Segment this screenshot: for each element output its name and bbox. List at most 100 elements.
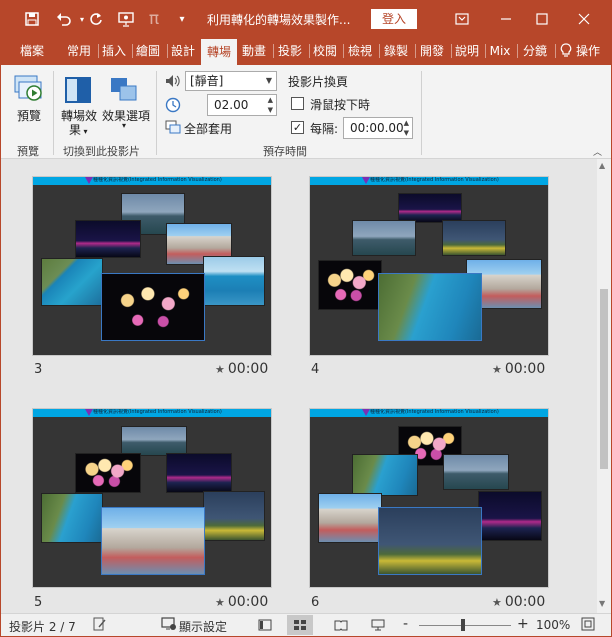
tab-animations[interactable]: 動畫 — [239, 37, 269, 65]
slide-counter[interactable]: 投影片 2 / 7 — [9, 618, 76, 635]
photo-building — [318, 493, 382, 543]
apply-all-icon — [165, 119, 181, 135]
after-label: 每隔: — [310, 122, 339, 136]
slide-thumbnail-5[interactable]: 種種化資訊視覺(Integrated Information Visualiza… — [32, 408, 272, 588]
spinner-arrows-icon[interactable]: ▲ ▼ — [268, 95, 273, 115]
after-time-field[interactable]: 00:00.00 ▲ ▼ — [343, 117, 413, 139]
redo-icon[interactable] — [85, 9, 107, 29]
preview-button[interactable]: 預覽 — [17, 107, 41, 124]
duration-clock-icon — [165, 97, 181, 113]
slide-header-text: 種種化資訊視覺(Integrated Information Visualiza… — [370, 177, 499, 183]
duration-field[interactable]: 02.00 ▲ ▼ — [207, 94, 277, 116]
vertical-scrollbar[interactable]: ▲ ▼ — [597, 159, 611, 613]
tab-slideshow[interactable]: 投影 — [275, 37, 305, 65]
slide-thumbnail-3[interactable]: 種種化資訊視覺(Integrated Information Visualiza… — [32, 176, 272, 356]
customize-qat-icon[interactable]: ▾ — [171, 9, 193, 29]
maximize-icon[interactable] — [527, 7, 557, 31]
slide-number-3: 3 — [34, 362, 43, 377]
photo-lanterns — [75, 453, 141, 493]
logo-icon — [362, 409, 370, 416]
notes-check-icon[interactable] — [93, 617, 107, 634]
logo-icon — [85, 409, 93, 416]
advance-slide-title: 投影片換頁 — [288, 75, 349, 89]
slide-header-text: 種種化資訊視覺(Integrated Information Visualiza… — [93, 409, 222, 415]
tab-recording[interactable]: 錄製 — [381, 37, 411, 65]
present-icon[interactable] — [115, 9, 137, 29]
tab-draw[interactable]: 繪圖 — [134, 37, 162, 65]
tab-file[interactable]: 檔案 — [9, 37, 55, 65]
slide-number-6: 6 — [311, 595, 320, 610]
star-icon: ★ — [215, 363, 225, 376]
tell-me-box[interactable]: 操作 — [576, 37, 610, 65]
ribbon-tabs: 檔案 常用 插入 繪圖 設計 轉場 動畫 投影 校閱 檢視 錄製 開發 說明 M… — [1, 37, 611, 67]
tab-storyboard[interactable]: 分鏡 — [519, 37, 551, 65]
pi-icon[interactable]: π — [143, 9, 165, 29]
slide-thumbnail-4[interactable]: 種種化資訊視覺(Integrated Information Visualiza… — [309, 176, 549, 356]
slide-thumbnail-6[interactable]: 種種化資訊視覺(Integrated Information Visualiza… — [309, 408, 549, 588]
tab-transitions[interactable]: 轉場 — [201, 39, 237, 67]
slide-timing-5: ★ 00:00 — [215, 594, 269, 610]
slide-number-5: 5 — [34, 595, 43, 610]
tab-home[interactable]: 常用 — [63, 37, 95, 65]
scroll-down-icon[interactable]: ▼ — [599, 599, 605, 608]
tab-mix[interactable]: Mix — [487, 37, 513, 65]
display-settings-icon[interactable] — [161, 617, 177, 634]
tab-design[interactable]: 設計 — [169, 37, 197, 65]
duration-value: 02.00 — [214, 98, 249, 112]
tab-view[interactable]: 檢視 — [345, 37, 375, 65]
after-checkbox[interactable]: ✓ — [291, 121, 304, 134]
reading-view-icon[interactable] — [328, 615, 354, 635]
photo-flowers — [378, 507, 482, 575]
zoom-in-button[interactable]: + — [517, 616, 529, 632]
slideshow-view-icon[interactable] — [365, 615, 391, 635]
zoom-slider-thumb[interactable] — [461, 619, 465, 631]
preview-icon[interactable] — [13, 73, 45, 105]
transition-effect-icon[interactable] — [63, 75, 93, 105]
title-bar: ▾ π ▾ 利用轉化的轉場效果製作... 登入 — [1, 1, 611, 37]
spinner-arrows-icon[interactable]: ▲ ▼ — [404, 118, 409, 138]
logo-icon — [85, 177, 93, 184]
photo-mountain — [121, 426, 187, 456]
effect-options-dropdown-icon[interactable]: ▾ — [122, 121, 126, 130]
display-settings-label[interactable]: 顯示設定 — [179, 618, 227, 635]
sound-select[interactable]: [靜音] ▼ — [185, 71, 277, 91]
transition-group-label: 切換到此投影片 — [63, 145, 140, 158]
timing-group-label: 預存時間 — [263, 145, 307, 158]
photo-mountain — [352, 220, 416, 256]
on-click-checkbox[interactable] — [291, 97, 304, 110]
slide-timing-4: ★ 00:00 — [492, 361, 546, 377]
fit-to-window-icon[interactable] — [581, 617, 595, 634]
star-icon: ★ — [492, 363, 502, 376]
photo-night-city — [75, 220, 141, 258]
tab-developer[interactable]: 開發 — [417, 37, 447, 65]
close-icon[interactable] — [569, 7, 599, 31]
effect-options-icon[interactable] — [109, 75, 139, 105]
scrollbar-thumb[interactable] — [600, 289, 608, 469]
slide-sorter: 種種化資訊視覺(Integrated Information Visualiza… — [1, 159, 597, 613]
tab-review[interactable]: 校閱 — [311, 37, 339, 65]
minimize-icon[interactable] — [491, 7, 521, 31]
signin-button[interactable]: 登入 — [371, 9, 417, 29]
sound-value: [靜音] — [190, 74, 224, 88]
photo-flowers — [203, 491, 265, 541]
save-icon[interactable] — [21, 9, 43, 29]
zoom-level[interactable]: 100% — [536, 618, 570, 632]
lightbulb-icon[interactable] — [558, 37, 574, 65]
slide-sorter-view-icon[interactable] — [287, 615, 313, 635]
apply-all-button[interactable]: 全部套用 — [184, 120, 232, 137]
zoom-slider[interactable] — [419, 625, 511, 626]
tab-insert[interactable]: 插入 — [100, 37, 128, 65]
zoom-out-button[interactable]: - — [403, 616, 408, 632]
slide-header-text: 種種化資訊視覺(Integrated Information Visualiza… — [93, 177, 222, 183]
photo-cliff — [378, 273, 482, 341]
collapse-ribbon-icon[interactable]: ︿ — [593, 145, 602, 158]
photo-coast — [41, 258, 103, 306]
ribbon-display-options-icon[interactable] — [447, 7, 477, 31]
preview-group-label: 預覽 — [17, 145, 39, 158]
star-icon: ★ — [492, 596, 502, 609]
scroll-up-icon[interactable]: ▲ — [599, 161, 605, 170]
chevron-down-icon: ▼ — [265, 76, 272, 85]
normal-view-icon[interactable] — [252, 615, 278, 635]
tab-help[interactable]: 說明 — [453, 37, 481, 65]
photo-cliff — [352, 454, 418, 496]
